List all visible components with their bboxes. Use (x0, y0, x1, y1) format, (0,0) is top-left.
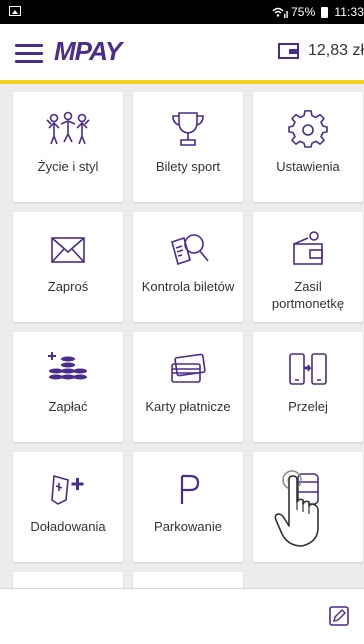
app-header: MPAY 12,83 zł (0, 24, 364, 84)
tile-label: Bilety sport (155, 159, 221, 174)
app-logo: MPAY (54, 36, 122, 66)
tap-hand-icon (274, 470, 319, 547)
wallet-icon (277, 43, 299, 59)
tile-zasil-portmonetke[interactable]: Zasil portmonetkę (253, 212, 363, 322)
status-indicators: 75% 11:33 (272, 5, 364, 19)
envelope-icon (51, 237, 85, 263)
tile-label: Kontrola biletów (141, 279, 235, 294)
tile-doladowania[interactable]: Doładowania (13, 452, 123, 562)
tile-parkowanie[interactable]: Parkowanie (133, 452, 243, 562)
parking-icon (180, 474, 200, 504)
wallet-plus-icon (293, 231, 323, 265)
image-notification-icon (9, 6, 21, 16)
tile-ustawienia[interactable]: Ustawienia (253, 92, 363, 202)
menu-icon[interactable] (15, 44, 43, 64)
cards-icon (171, 353, 206, 383)
tile-label: Karty płatnicze (145, 399, 231, 414)
tile-zycie-i-styl[interactable]: Życie i styl (13, 92, 123, 202)
tile-zapros[interactable]: Zaproś (13, 212, 123, 322)
tile-label: Doładowania (30, 519, 106, 534)
tile-karty-platnicze[interactable]: Karty płatnicze (133, 332, 243, 442)
edit-icon[interactable] (328, 605, 350, 627)
tile-przelej[interactable]: Przelej (253, 332, 363, 442)
people-icon (46, 111, 90, 145)
trophy-icon (172, 112, 204, 146)
coins-icon (48, 352, 87, 380)
ticket-magnifier-icon (171, 234, 209, 266)
tile-label: Zasil portmonetkę (271, 279, 345, 311)
tile-label: Przelej (288, 399, 328, 414)
tile-label: Życie i styl (37, 159, 99, 174)
gear-icon (288, 110, 328, 148)
tile-label: Zapłać (48, 399, 88, 414)
tile-bilety-sport[interactable]: Bilety sport (133, 92, 243, 202)
clock: 11:33 (334, 5, 364, 19)
tile-label: Zaproś (47, 279, 89, 294)
wifi-signal-icon (272, 7, 288, 18)
status-bar: 75% 11:33 (0, 0, 364, 24)
wallet-balance-button[interactable]: 12,83 zł (277, 41, 364, 61)
wallet-balance: 12,83 zł (307, 42, 364, 59)
bottom-bar (0, 588, 364, 644)
battery-percent: 75% (291, 5, 316, 19)
transfer-icon (289, 353, 327, 385)
gamepad-plus-icon (51, 474, 84, 505)
tile-label: Parkowanie (154, 519, 222, 534)
battery-icon (321, 6, 329, 18)
tile-kontrola-biletow[interactable]: Kontrola biletów (133, 212, 243, 322)
tile-label: Ustawienia (276, 159, 340, 174)
tile-zaplac[interactable]: Zapłać (13, 332, 123, 442)
